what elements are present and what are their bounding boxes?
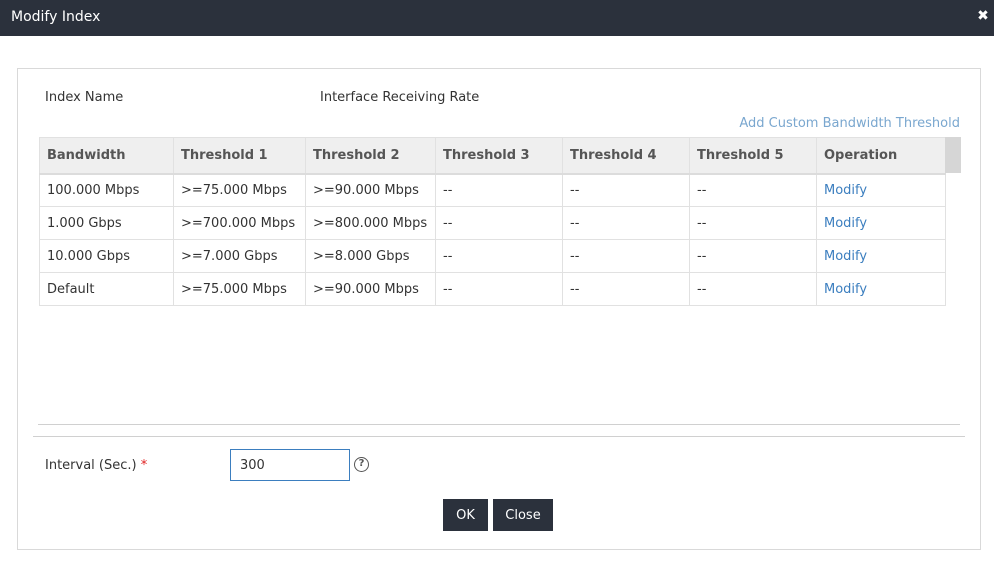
cell-threshold-4: -- bbox=[562, 173, 690, 207]
dialog-title: Modify Index bbox=[11, 9, 101, 25]
table-row: Default >=75.000 Mbps >=90.000 Mbps -- -… bbox=[39, 272, 946, 306]
table-row: 1.000 Gbps >=700.000 Mbps >=800.000 Mbps… bbox=[39, 206, 946, 240]
index-name-label: Index Name bbox=[45, 90, 124, 105]
header-threshold-5: Threshold 5 bbox=[689, 137, 817, 175]
table-header-row: Bandwidth Threshold 1 Threshold 2 Thresh… bbox=[39, 137, 946, 175]
cell-operation: Modify bbox=[816, 173, 946, 207]
header-threshold-1: Threshold 1 bbox=[173, 137, 306, 175]
divider bbox=[33, 436, 965, 437]
table-row: 100.000 Mbps >=75.000 Mbps >=90.000 Mbps… bbox=[39, 173, 946, 207]
cell-threshold-5: -- bbox=[689, 239, 817, 273]
cell-threshold-4: -- bbox=[562, 239, 690, 273]
cell-threshold-4: -- bbox=[562, 206, 690, 240]
index-name-value: Interface Receiving Rate bbox=[320, 90, 480, 105]
cell-bandwidth: 1.000 Gbps bbox=[39, 206, 174, 240]
header-threshold-3: Threshold 3 bbox=[435, 137, 563, 175]
cell-operation: Modify bbox=[816, 272, 946, 306]
help-icon[interactable]: ? bbox=[354, 457, 369, 472]
close-button[interactable]: Close bbox=[493, 499, 553, 531]
cell-threshold-3: -- bbox=[435, 239, 563, 273]
threshold-table-container: Bandwidth Threshold 1 Threshold 2 Thresh… bbox=[39, 137, 961, 306]
cell-threshold-2: >=90.000 Mbps bbox=[305, 173, 436, 207]
header-operation: Operation bbox=[816, 137, 946, 175]
add-custom-threshold-link[interactable]: Add Custom Bandwidth Threshold bbox=[739, 116, 960, 131]
divider bbox=[38, 424, 960, 425]
cell-threshold-1: >=700.000 Mbps bbox=[173, 206, 306, 240]
cell-threshold-4: -- bbox=[562, 272, 690, 306]
cell-bandwidth: 100.000 Mbps bbox=[39, 173, 174, 207]
cell-threshold-1: >=7.000 Gbps bbox=[173, 239, 306, 273]
required-mark: * bbox=[140, 458, 148, 473]
cell-bandwidth: 10.000 Gbps bbox=[39, 239, 174, 273]
header-threshold-4: Threshold 4 bbox=[562, 137, 690, 175]
modify-link[interactable]: Modify bbox=[824, 183, 867, 198]
cell-threshold-3: -- bbox=[435, 272, 563, 306]
table-scrollbar[interactable] bbox=[945, 137, 961, 173]
interval-input[interactable] bbox=[230, 449, 350, 481]
ok-button[interactable]: OK bbox=[443, 499, 488, 531]
cell-threshold-3: -- bbox=[435, 173, 563, 207]
header-threshold-2: Threshold 2 bbox=[305, 137, 436, 175]
dialog-body: Index Name Interface Receiving Rate Add … bbox=[17, 68, 981, 550]
modify-link[interactable]: Modify bbox=[824, 282, 867, 297]
cell-operation: Modify bbox=[816, 206, 946, 240]
modify-link[interactable]: Modify bbox=[824, 249, 867, 264]
dialog-titlebar: Modify Index ✖ bbox=[0, 0, 994, 36]
cell-threshold-2: >=8.000 Gbps bbox=[305, 239, 436, 273]
header-bandwidth: Bandwidth bbox=[39, 137, 174, 175]
modify-link[interactable]: Modify bbox=[824, 216, 867, 231]
cell-threshold-1: >=75.000 Mbps bbox=[173, 173, 306, 207]
cell-bandwidth: Default bbox=[39, 272, 174, 306]
cell-threshold-5: -- bbox=[689, 173, 817, 207]
cell-threshold-5: -- bbox=[689, 206, 817, 240]
table-row: 10.000 Gbps >=7.000 Gbps >=8.000 Gbps --… bbox=[39, 239, 946, 273]
interval-label-text: Interval (Sec.) bbox=[45, 458, 137, 473]
cell-operation: Modify bbox=[816, 239, 946, 273]
threshold-table: Bandwidth Threshold 1 Threshold 2 Thresh… bbox=[39, 137, 946, 306]
cell-threshold-2: >=90.000 Mbps bbox=[305, 272, 436, 306]
cell-threshold-5: -- bbox=[689, 272, 817, 306]
interval-label: Interval (Sec.) * bbox=[45, 458, 147, 473]
cell-threshold-1: >=75.000 Mbps bbox=[173, 272, 306, 306]
cell-threshold-3: -- bbox=[435, 206, 563, 240]
cell-threshold-2: >=800.000 Mbps bbox=[305, 206, 436, 240]
close-icon[interactable]: ✖ bbox=[976, 9, 990, 23]
